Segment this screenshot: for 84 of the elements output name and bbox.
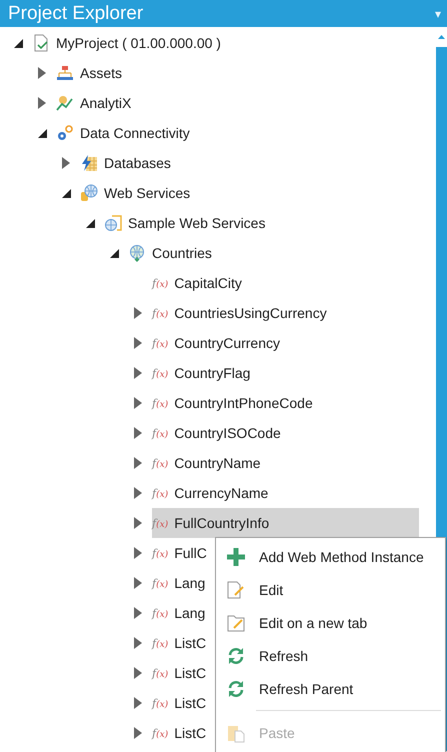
tree-item-label[interactable]: CapitalCity: [174, 275, 242, 291]
function-icon: f(x): [152, 456, 168, 470]
tree-item-label[interactable]: CountryIntPhoneCode: [174, 395, 313, 411]
folder-pencil-icon: [226, 612, 246, 632]
document-pencil-icon: [226, 580, 246, 600]
function-icon: f(x): [152, 426, 168, 440]
expanded-arrow-icon[interactable]: [14, 38, 22, 48]
tree-item-label[interactable]: Countries: [152, 245, 212, 261]
function-icon: f(x): [152, 606, 168, 620]
tree-item-label[interactable]: AnalytiX: [80, 95, 132, 111]
tree-item-label[interactable]: Data Connectivity: [80, 125, 190, 141]
function-icon: f(x): [152, 366, 168, 380]
globe-icon: [128, 244, 146, 262]
chart-line-icon: [56, 94, 74, 112]
expanded-arrow-icon[interactable]: [38, 128, 46, 138]
collapsed-arrow-icon[interactable]: [38, 97, 46, 109]
selected-row-highlight[interactable]: f(x) FullCountryInfo: [152, 508, 419, 538]
function-icon: f(x): [152, 546, 168, 560]
collapsed-arrow-icon[interactable]: [134, 487, 142, 499]
tree-item-label[interactable]: CountryName: [174, 455, 261, 471]
collapsed-arrow-icon[interactable]: [134, 367, 142, 379]
collapsed-arrow-icon[interactable]: [134, 607, 142, 619]
tree-item-label[interactable]: CountryISOCode: [174, 425, 281, 441]
tree-item-label[interactable]: Lang: [174, 605, 206, 621]
collapsed-arrow-icon[interactable]: [38, 67, 46, 79]
tree-item-label[interactable]: Web Services: [104, 185, 190, 201]
collapsed-arrow-icon[interactable]: [134, 517, 142, 529]
tree-item-label[interactable]: Databases: [104, 155, 171, 171]
menu-item[interactable]: Add Web Method Instance: [216, 540, 445, 573]
collapsed-arrow-icon[interactable]: [134, 337, 142, 349]
collapsed-arrow-icon[interactable]: [134, 397, 142, 409]
expanded-arrow-icon[interactable]: [110, 248, 118, 258]
collapsed-arrow-icon[interactable]: [134, 667, 142, 679]
panel-title: Project Explorer: [8, 2, 144, 24]
collapsed-arrow-icon[interactable]: [62, 157, 70, 169]
menu-item[interactable]: Refresh: [216, 639, 445, 672]
collapsed-arrow-icon[interactable]: [134, 307, 142, 319]
tree-item-label[interactable]: ListC: [174, 695, 206, 711]
menu-item[interactable]: Refresh Parent: [216, 672, 445, 705]
lightning-grid-icon: [80, 154, 98, 172]
tree-item-label[interactable]: CountryCurrency: [174, 335, 280, 351]
tree-item-label[interactable]: ListC: [174, 635, 206, 651]
globe-page-icon: [104, 214, 122, 232]
refresh-icon: [226, 678, 246, 698]
function-icon: f(x): [152, 726, 168, 740]
network-icon: [56, 64, 74, 82]
expanded-arrow-icon[interactable]: [62, 188, 70, 198]
function-icon: f(x): [152, 516, 168, 530]
tree-item-label[interactable]: ListC: [174, 725, 206, 741]
collapsed-arrow-icon[interactable]: [134, 727, 142, 739]
function-icon: f(x): [152, 486, 168, 500]
gears-icon: [56, 124, 74, 142]
menu-item[interactable]: Edit on a new tab: [216, 606, 445, 639]
tree-item-label[interactable]: Assets: [80, 65, 122, 81]
function-icon: f(x): [152, 276, 168, 290]
function-icon: f(x): [152, 666, 168, 680]
document-check-icon: [32, 34, 50, 52]
collapsed-arrow-icon[interactable]: [134, 547, 142, 559]
tree-item-label[interactable]: CountriesUsingCurrency: [174, 305, 327, 321]
tree-item-label[interactable]: Lang: [174, 575, 206, 591]
tree-item-label[interactable]: ListC: [174, 665, 206, 681]
collapsed-arrow-icon[interactable]: [134, 637, 142, 649]
function-icon: f(x): [152, 576, 168, 590]
function-icon: f(x): [152, 636, 168, 650]
tree-item-label[interactable]: CurrencyName: [174, 485, 268, 501]
collapsed-arrow-icon[interactable]: [134, 697, 142, 709]
collapsed-arrow-icon[interactable]: [134, 427, 142, 439]
function-icon: f(x): [152, 396, 168, 410]
menu-item[interactable]: Edit: [216, 573, 445, 606]
tree-item-label[interactable]: Sample Web Services: [128, 215, 266, 231]
function-icon: f(x): [152, 306, 168, 320]
expanded-arrow-icon[interactable]: [86, 218, 94, 228]
tree-item-label[interactable]: FullCountryInfo: [174, 515, 270, 531]
globe-database-icon: [80, 184, 98, 202]
refresh-icon: [226, 646, 246, 666]
collapsed-arrow-icon[interactable]: [134, 457, 142, 469]
function-icon: f(x): [152, 336, 168, 350]
tree-item-label[interactable]: CountryFlag: [174, 365, 250, 381]
function-icon: f(x): [152, 696, 168, 710]
plus-icon: [226, 546, 246, 566]
tree-item-label[interactable]: MyProject ( 01.00.000.00 ): [56, 35, 221, 51]
scroll-up-icon[interactable]: [438, 35, 444, 39]
tree-item-label[interactable]: FullC: [174, 545, 207, 561]
collapsed-arrow-icon[interactable]: [134, 577, 142, 589]
